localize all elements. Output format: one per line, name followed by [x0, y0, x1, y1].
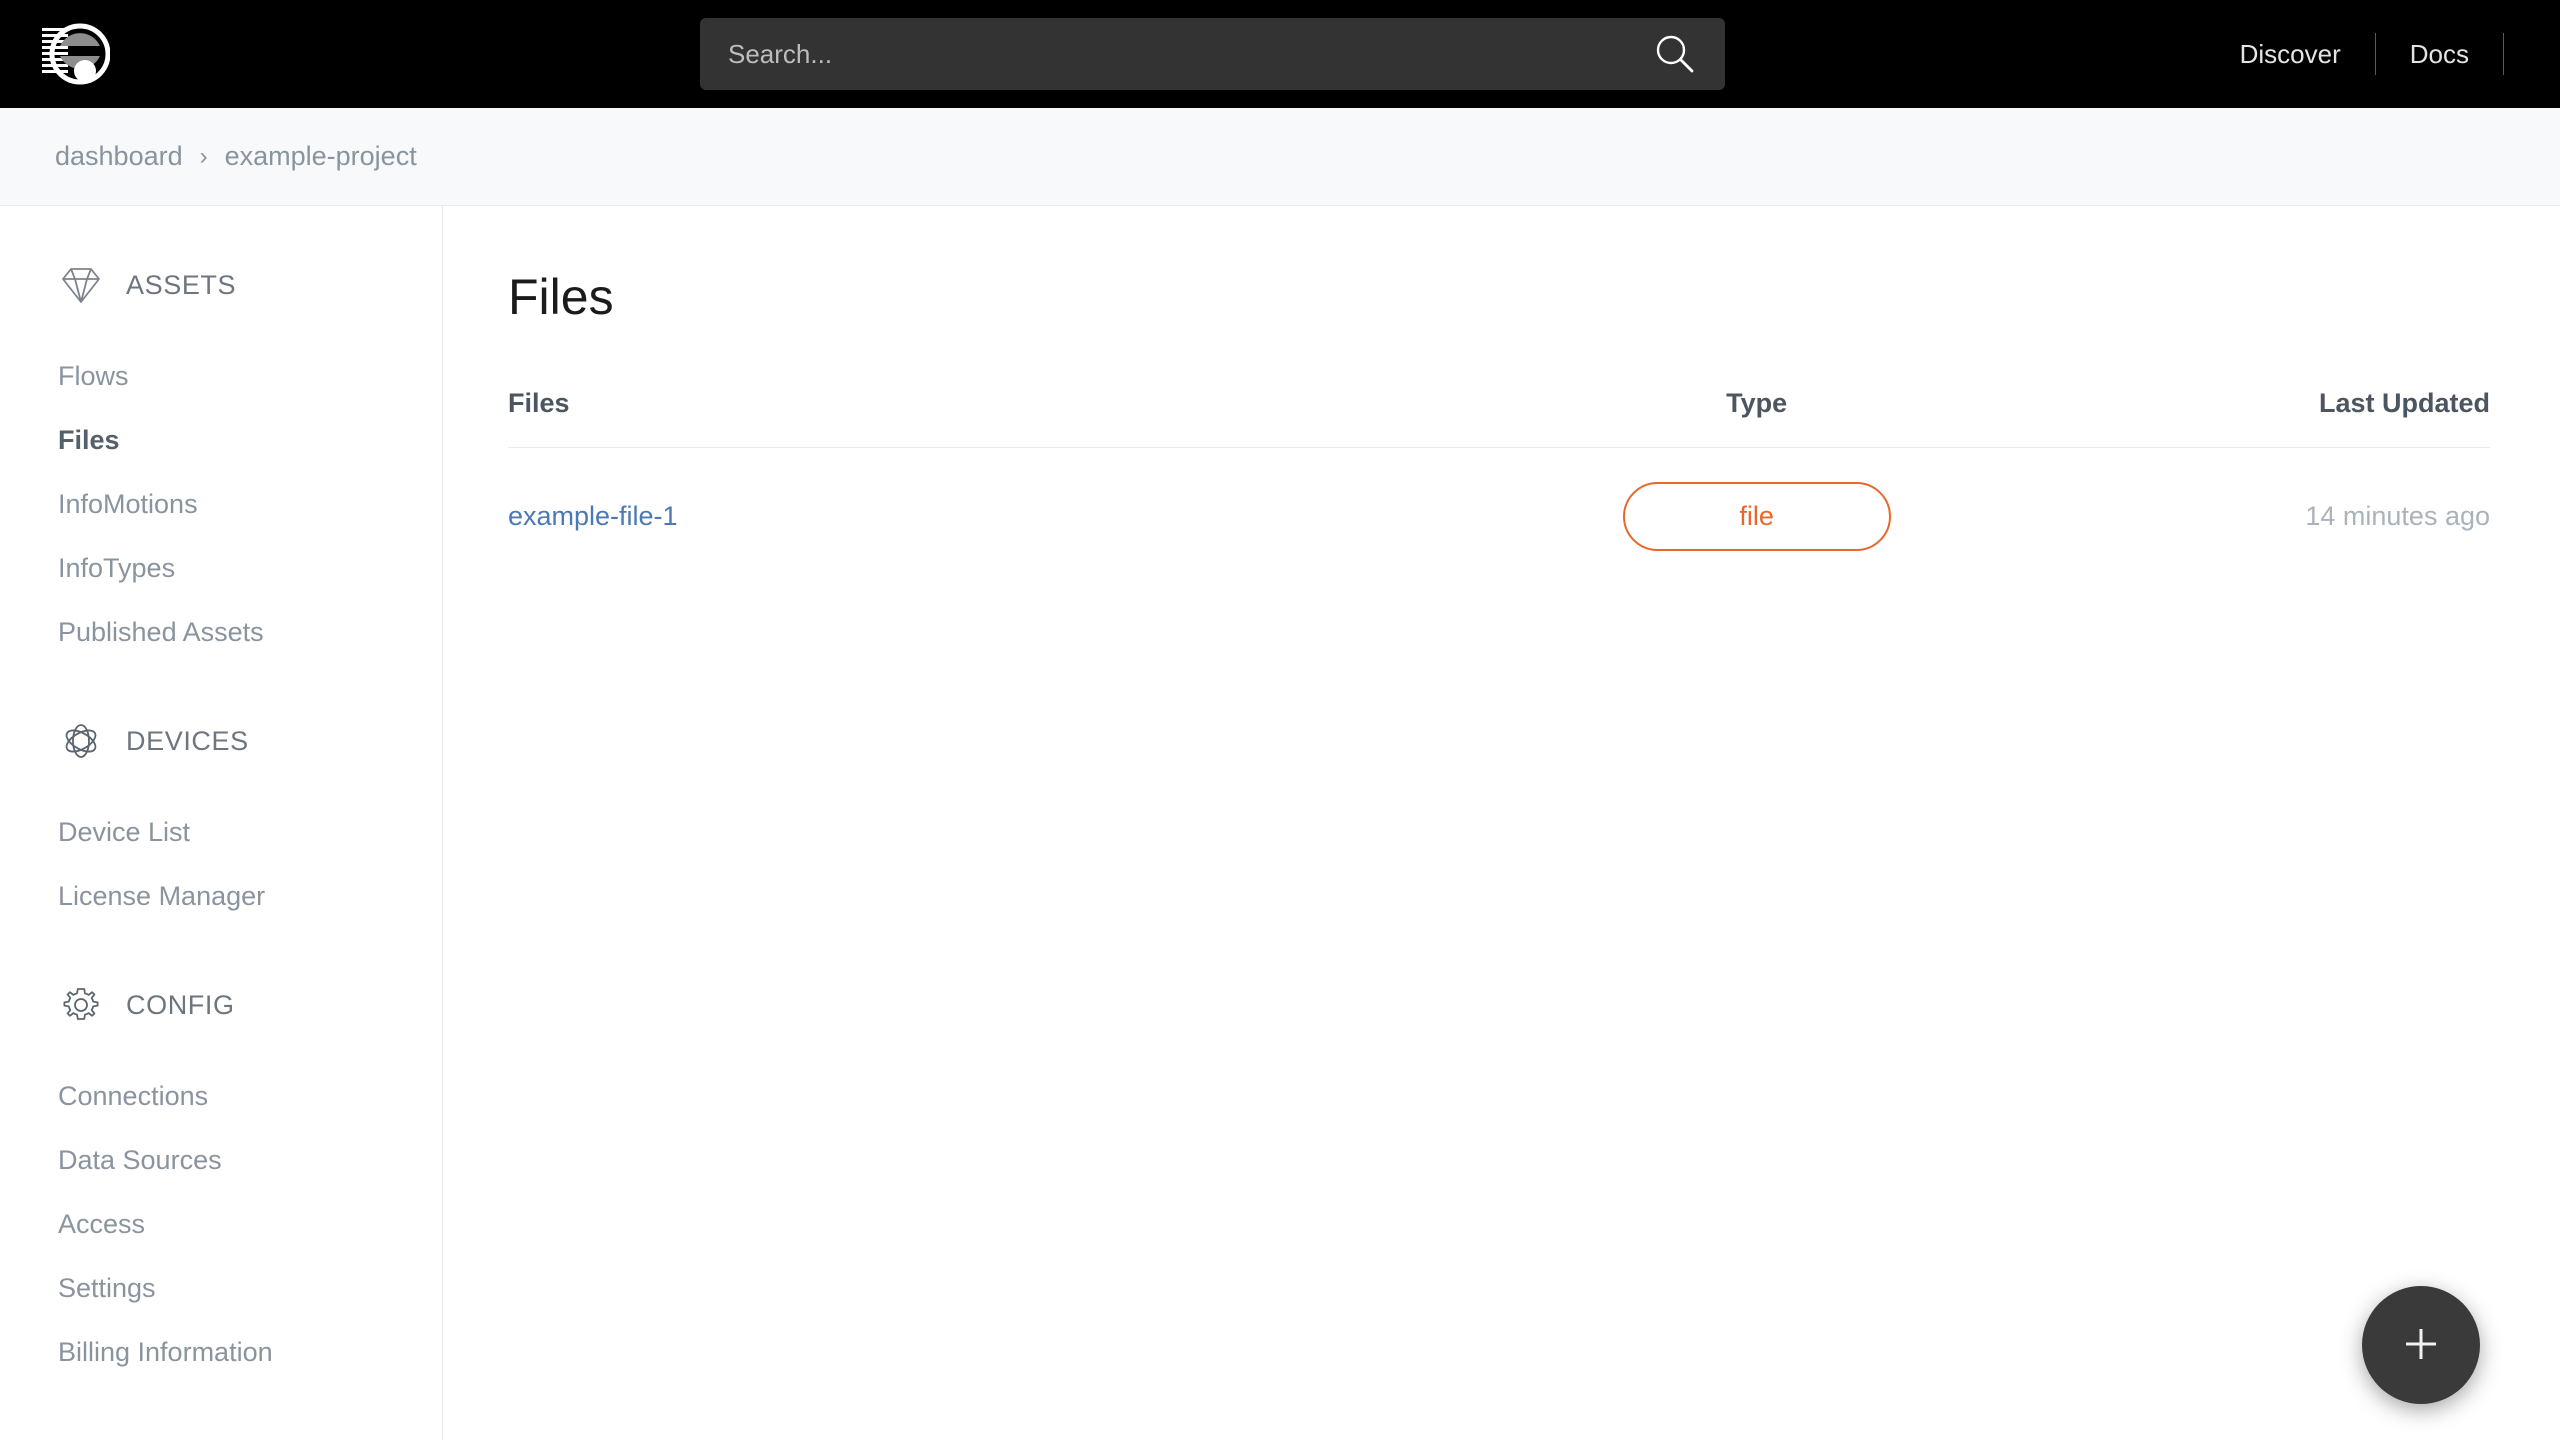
- table-row[interactable]: example-file-1 file 14 minutes ago: [508, 448, 2490, 552]
- sidebar-item-billing-information[interactable]: Billing Information: [0, 1320, 442, 1384]
- column-header-last-updated: Last Updated: [2053, 388, 2490, 448]
- nav-divider: [2503, 33, 2504, 75]
- last-updated-text: 14 minutes ago: [2305, 501, 2490, 531]
- column-header-type: Type: [1459, 388, 2054, 448]
- breadcrumb-item-dashboard[interactable]: dashboard: [55, 141, 183, 172]
- search-icon[interactable]: [1653, 32, 1697, 76]
- sidebar-group-assets: ASSETS: [0, 262, 442, 308]
- top-navigation: Discover Docs: [2206, 0, 2560, 108]
- add-button[interactable]: [2362, 1286, 2480, 1404]
- type-badge[interactable]: file: [1622, 482, 1891, 551]
- sidebar-item-settings[interactable]: Settings: [0, 1256, 442, 1320]
- sidebar-item-files[interactable]: Files: [0, 408, 442, 472]
- table-cell-file: example-file-1: [508, 448, 1459, 552]
- sidebar-item-published-assets[interactable]: Published Assets: [0, 600, 442, 664]
- breadcrumb-separator: ›: [199, 142, 208, 170]
- sidebar: ASSETS Flows Files InfoMotions InfoTypes…: [0, 206, 443, 1440]
- sidebar-group-devices: DEVICES: [0, 718, 442, 764]
- sidebar-item-connections[interactable]: Connections: [0, 1064, 442, 1128]
- sidebar-item-device-list[interactable]: Device List: [0, 800, 442, 864]
- nav-link-docs[interactable]: Docs: [2376, 39, 2503, 70]
- main-content: Files Files Type Last Updated example-fi…: [444, 206, 2560, 1440]
- breadcrumb-item-project[interactable]: example-project: [225, 141, 417, 172]
- plus-icon: [2398, 1321, 2444, 1370]
- table-header-row: Files Type Last Updated: [508, 388, 2490, 448]
- table-header: Files Type Last Updated: [508, 388, 2490, 448]
- atom-icon: [58, 718, 104, 764]
- sidebar-item-infomotions[interactable]: InfoMotions: [0, 472, 442, 536]
- table-cell-last-updated: 14 minutes ago: [2054, 448, 2490, 552]
- column-header-files: Files: [508, 388, 1460, 448]
- search-input[interactable]: [728, 18, 1653, 90]
- table-cell-type: file: [1459, 448, 2054, 551]
- sidebar-group-config: CONFIG: [0, 982, 442, 1028]
- sidebar-item-flows[interactable]: Flows: [0, 344, 442, 408]
- diamond-icon: [58, 262, 104, 308]
- file-link[interactable]: example-file-1: [508, 501, 678, 531]
- sidebar-group-label: DEVICES: [126, 725, 249, 756]
- company-logo[interactable]: [38, 18, 111, 90]
- top-bar: Discover Docs: [0, 0, 2560, 108]
- gear-icon: [58, 982, 104, 1028]
- sidebar-group-label: ASSETS: [126, 269, 237, 300]
- table-body: example-file-1 file 14 minutes ago: [508, 448, 2490, 552]
- nav-link-discover[interactable]: Discover: [2206, 39, 2375, 70]
- files-table: Files Type Last Updated example-file-1 f…: [508, 388, 2490, 551]
- breadcrumb: dashboard › example-project: [0, 108, 2560, 206]
- sidebar-item-infotypes[interactable]: InfoTypes: [0, 536, 442, 600]
- sidebar-item-access[interactable]: Access: [0, 1192, 442, 1256]
- sidebar-group-label: CONFIG: [126, 989, 235, 1020]
- page-title: Files: [508, 269, 614, 325]
- sidebar-item-data-sources[interactable]: Data Sources: [0, 1128, 442, 1192]
- sidebar-item-license-manager[interactable]: License Manager: [0, 864, 442, 928]
- search-bar[interactable]: [700, 18, 1725, 90]
